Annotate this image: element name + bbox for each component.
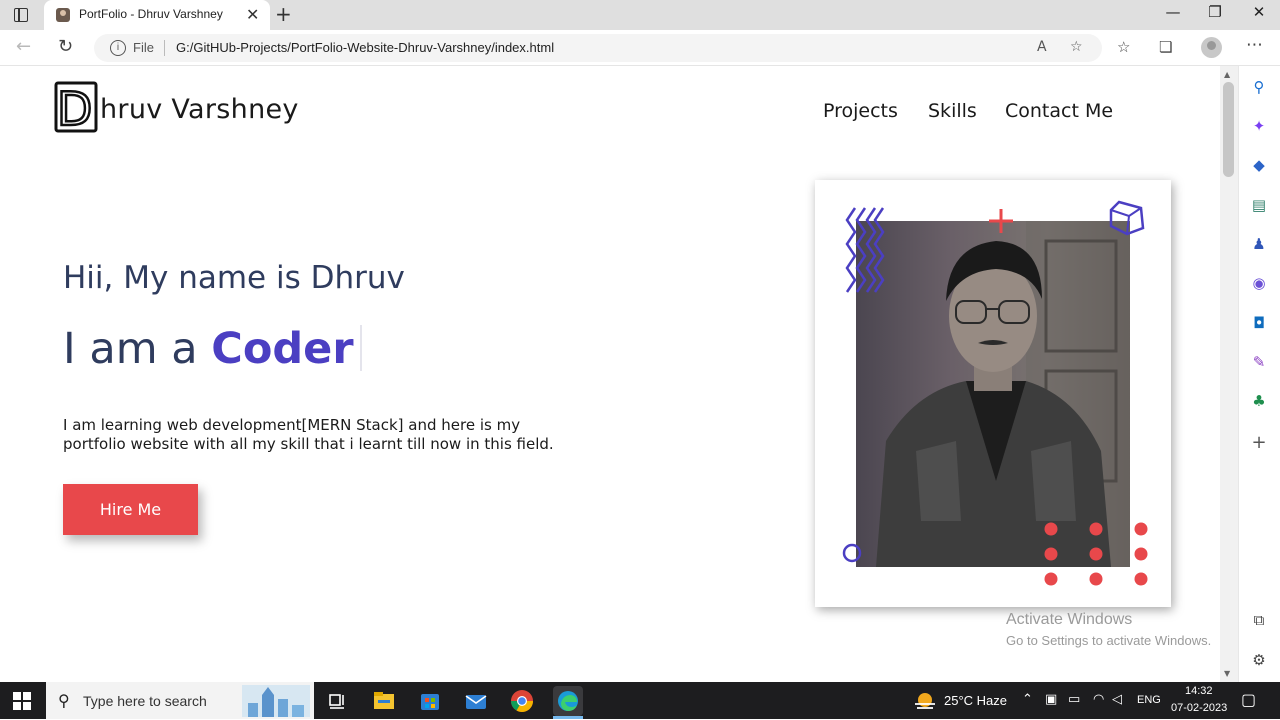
volume-icon[interactable]: ◁: [1112, 692, 1122, 707]
windows-taskbar: ⚲ Type here to search 25°C Haze ⌃ ▣ ▭ ◠: [0, 682, 1280, 719]
intro-description: I am learning web development[MERN Stack…: [63, 416, 554, 453]
add-icon[interactable]: +: [1250, 434, 1268, 452]
circle-decoration-icon: [842, 543, 862, 563]
task-view-icon[interactable]: [322, 686, 352, 716]
notifications-icon[interactable]: ▢: [1241, 690, 1256, 709]
profile-photo-card: [815, 180, 1171, 607]
url-scheme: File: [133, 40, 154, 55]
greeting-heading: Hii, My name is Dhruv: [63, 260, 405, 296]
tab-favicon-icon: [56, 8, 70, 22]
chrome-icon[interactable]: [507, 686, 537, 716]
weather-text[interactable]: 25°C Haze: [944, 693, 1007, 708]
show-hidden-icons-icon[interactable]: ⌃: [1022, 692, 1033, 707]
maximize-icon[interactable]: ❐: [1195, 3, 1235, 21]
tab-title: PortFolio - Dhruv Varshney: [79, 7, 223, 21]
nav-skills[interactable]: Skills: [928, 100, 977, 122]
add-favorite-icon[interactable]: ☆: [1070, 39, 1083, 55]
tab-close-icon[interactable]: ✕: [246, 5, 259, 24]
role-word: Coder: [211, 324, 354, 374]
weather-haze-icon[interactable]: [913, 690, 937, 712]
copilot-icon[interactable]: ✦: [1250, 117, 1268, 135]
activate-windows-title: Activate Windows: [1006, 611, 1133, 628]
meet-now-icon[interactable]: ▣: [1045, 692, 1057, 707]
scroll-up-icon[interactable]: ▲: [1224, 70, 1230, 79]
taskbar-search-placeholder: Type here to search: [83, 693, 207, 709]
nav-projects[interactable]: Projects: [823, 100, 898, 122]
logo-text[interactable]: hruv Varshney: [100, 94, 299, 125]
clock-date[interactable]: 07-02-2023: [1171, 702, 1227, 714]
url-text[interactable]: G:/GitHUb-Projects/PortFolio-Website-Dhr…: [176, 40, 554, 55]
start-icon[interactable]: [13, 692, 31, 710]
office-icon[interactable]: ◉: [1250, 274, 1268, 292]
cube-decoration-icon: [1109, 200, 1145, 236]
microsoft-store-icon[interactable]: [415, 686, 445, 716]
outlook-icon[interactable]: ◘: [1250, 314, 1268, 332]
split-screen-icon[interactable]: ⧉: [1250, 611, 1268, 629]
file-explorer-icon[interactable]: [369, 686, 399, 716]
favorites-icon[interactable]: ☆: [1117, 38, 1130, 56]
search-glass-icon: ⚲: [58, 691, 70, 710]
language-indicator[interactable]: ENG: [1137, 694, 1161, 706]
active-tab[interactable]: PortFolio - Dhruv Varshney ✕: [44, 0, 270, 30]
collections-icon[interactable]: ❏: [1159, 38, 1172, 56]
address-bar[interactable]: i File G:/GitHUb-Projects/PortFolio-Webs…: [94, 34, 1102, 62]
role-heading: I am a Coder: [63, 324, 362, 374]
dots-decoration-icon: [1044, 522, 1148, 586]
back-icon[interactable]: ←: [16, 36, 31, 57]
settings-icon[interactable]: ⚙: [1250, 651, 1268, 669]
typing-caret: [359, 325, 362, 371]
close-window-icon[interactable]: ✕: [1239, 3, 1279, 21]
activate-windows-subtitle: Go to Settings to activate Windows.: [1006, 633, 1212, 648]
nav-contact[interactable]: Contact Me: [1005, 100, 1113, 122]
designer-icon[interactable]: ✎: [1250, 353, 1268, 371]
clock-time[interactable]: 14:32: [1185, 685, 1213, 697]
shopping-icon[interactable]: ◆: [1250, 156, 1268, 174]
info-icon[interactable]: i: [110, 40, 126, 56]
wifi-icon[interactable]: ◠: [1093, 692, 1104, 707]
games-icon[interactable]: ♟: [1250, 235, 1268, 253]
zigzag-decoration-icon: [845, 207, 885, 293]
address-toolbar: ← ↻ i File G:/GitHUb-Projects/PortFolio-…: [0, 30, 1280, 66]
hire-me-button[interactable]: Hire Me: [63, 484, 198, 535]
new-tab-icon[interactable]: +: [275, 2, 292, 26]
tab-actions-icon[interactable]: [10, 6, 32, 24]
plus-decoration-icon: [989, 209, 1013, 233]
more-icon[interactable]: ⋯: [1246, 35, 1263, 55]
refresh-icon[interactable]: ↻: [58, 36, 73, 57]
tab-bar: PortFolio - Dhruv Varshney ✕ + — ❐ ✕: [0, 0, 1280, 30]
tools-icon[interactable]: ▤: [1250, 196, 1268, 214]
read-aloud-icon[interactable]: A: [1037, 39, 1047, 55]
taskbar-search[interactable]: ⚲ Type here to search: [46, 682, 314, 719]
mail-icon[interactable]: [461, 686, 491, 716]
logo-letter: D: [57, 82, 92, 133]
webpage: D hruv Varshney Projects Skills Contact …: [0, 66, 1220, 682]
search-highlight-icon: [242, 685, 310, 717]
tree-icon[interactable]: ♣: [1250, 392, 1268, 410]
edge-icon[interactable]: [553, 686, 583, 716]
battery-icon[interactable]: ▭: [1068, 692, 1080, 707]
scroll-down-icon[interactable]: ▼: [1224, 669, 1230, 678]
profile-icon[interactable]: [1201, 37, 1222, 58]
search-icon[interactable]: ⚲: [1250, 78, 1268, 96]
edge-sidebar: ⚲ ✦ ◆ ▤ ♟ ◉ ◘ ✎ ♣ + ⧉ ⚙: [1238, 66, 1280, 682]
scroll-thumb[interactable]: [1223, 82, 1234, 177]
url-divider: [164, 40, 165, 56]
role-prefix: I am a: [63, 324, 198, 374]
profile-photo: [856, 221, 1130, 567]
logo-icon[interactable]: D: [54, 81, 100, 133]
page-scrollbar[interactable]: ▲ ▼: [1220, 66, 1238, 682]
minimize-icon[interactable]: —: [1153, 3, 1193, 21]
